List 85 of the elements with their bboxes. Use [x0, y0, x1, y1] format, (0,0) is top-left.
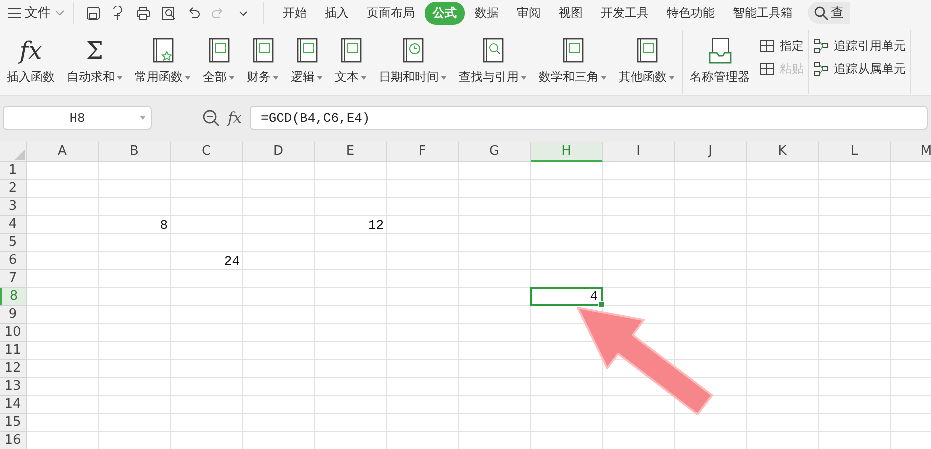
row-header[interactable]: 14 [0, 396, 27, 414]
trace-icon [813, 38, 830, 55]
ribbon-tab[interactable]: 插入 [317, 2, 357, 24]
row-header[interactable]: 7 [0, 270, 27, 288]
function-button[interactable]: fx [228, 109, 242, 127]
row-header[interactable]: 6 [0, 252, 27, 270]
ribbon-button[interactable]: 全部 [200, 36, 238, 86]
formula-field[interactable]: =GCD(B4,C6,E4) [250, 106, 928, 130]
name-box[interactable]: H8 [3, 106, 152, 130]
ribbon-tab[interactable]: 页面布局 [359, 2, 423, 24]
column-header[interactable]: D [243, 142, 315, 162]
function-glyph: fx [20, 36, 42, 66]
caret-icon [521, 76, 527, 80]
save-icon[interactable] [86, 6, 101, 20]
ribbon-tab[interactable]: 智能工具箱 [725, 2, 801, 24]
ribbon-button[interactable]: 日期和时间 [376, 36, 450, 86]
zoom-icon[interactable] [202, 109, 220, 127]
ribbon-button[interactable]: Σ 自动求和 [64, 36, 126, 86]
row-header[interactable]: 10 [0, 324, 27, 342]
row-header[interactable]: 12 [0, 360, 27, 378]
row-header[interactable]: 5 [0, 234, 27, 252]
print-preview-icon[interactable] [161, 6, 176, 20]
caret-icon [601, 76, 607, 80]
ribbon-tab[interactable]: 特色功能 [659, 2, 723, 24]
row-header[interactable]: 16 [0, 432, 27, 449]
table-icon [759, 61, 776, 78]
ribbon-button[interactable]: 查找与引用 [456, 36, 530, 86]
ribbon-tab[interactable]: 视图 [551, 2, 591, 24]
ribbon-button[interactable]: fx 插入函数 [4, 36, 58, 86]
ribbon-tab[interactable]: 开发工具 [593, 2, 657, 24]
column-header[interactable]: J [675, 142, 747, 162]
row-header[interactable]: 9 [0, 306, 27, 324]
search-field[interactable]: 查 [808, 2, 850, 24]
column-header[interactable]: B [99, 142, 171, 162]
chevron-icon [55, 10, 65, 16]
ribbon-button[interactable]: 逻辑 [288, 36, 326, 86]
table-cell-text: 8 [159, 216, 169, 234]
function-glyph: Σ [86, 36, 104, 66]
ribbon-button[interactable]: 指定 [759, 38, 804, 55]
menu-icon [8, 8, 21, 18]
ribbon-button[interactable]: 其他函数 [616, 36, 678, 86]
column-header[interactable]: A [27, 142, 99, 162]
trace-icon [813, 61, 830, 78]
print-icon[interactable] [136, 6, 151, 20]
caret-icon [273, 76, 279, 80]
row-header[interactable]: 3 [0, 198, 27, 216]
ribbon-tab[interactable]: 开始 [275, 2, 315, 24]
ribbon-button[interactable]: 财务 [244, 36, 282, 86]
row-header[interactable]: 1 [0, 162, 27, 180]
row-header[interactable]: 15 [0, 414, 27, 432]
row-header[interactable]: 2 [0, 180, 27, 198]
column-header[interactable]: M [891, 142, 931, 162]
column-header[interactable]: L [819, 142, 891, 162]
table-icon [759, 38, 776, 55]
table-cell: 4 [530, 287, 603, 306]
column-header[interactable]: K [747, 142, 819, 162]
column-header[interactable]: H [531, 142, 603, 162]
table-cell-text: 12 [367, 216, 385, 234]
ribbon-button[interactable]: 文本 [332, 36, 370, 86]
caret-icon [361, 76, 367, 80]
caret-icon [229, 76, 235, 80]
column-header[interactable]: F [387, 142, 459, 162]
caret-icon [669, 76, 675, 80]
ribbon-button[interactable]: 追踪从属单元 [813, 61, 906, 78]
row-header[interactable]: 11 [0, 342, 27, 360]
row-header[interactable]: 8 [0, 288, 27, 306]
ribbon-button[interactable]: 名称管理器 [687, 36, 753, 86]
ribbon-tab[interactable]: 审阅 [509, 2, 549, 24]
caret-icon [117, 76, 123, 80]
ribbon-button[interactable]: 常用函数 [132, 36, 194, 86]
file-menu[interactable]: 文件 [0, 2, 74, 24]
ribbon-button[interactable]: 数学和三角 [536, 36, 610, 86]
ribbon-button[interactable]: 追踪引用单元 [813, 38, 906, 55]
row-header[interactable]: 13 [0, 378, 27, 396]
caret-icon [317, 76, 323, 80]
column-header[interactable]: E [315, 142, 387, 162]
search-icon [814, 6, 829, 20]
caret-icon [441, 76, 447, 80]
column-header[interactable]: C [171, 142, 243, 162]
row-header[interactable]: 4 [0, 216, 27, 234]
table-cell-text: 24 [223, 252, 241, 270]
ribbon-tab[interactable]: 数据 [467, 2, 507, 24]
caret-icon [185, 76, 191, 80]
column-header[interactable]: I [603, 142, 675, 162]
column-header[interactable]: G [459, 142, 531, 162]
